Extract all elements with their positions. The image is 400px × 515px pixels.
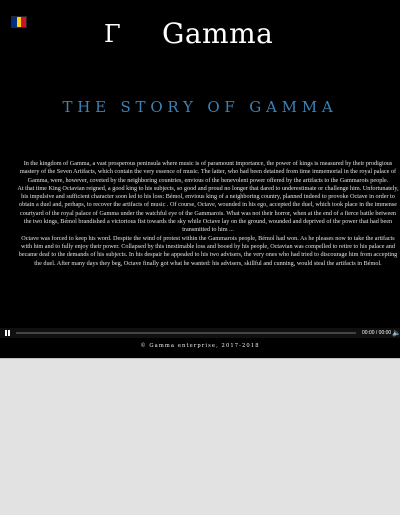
logo-symbol: Γ bbox=[104, 20, 121, 48]
story-title: THE STORY OF GAMMA bbox=[62, 98, 338, 116]
logo-text: Gamma bbox=[162, 17, 274, 50]
copyright-text: © Gamma enterprise, 2017-2018 bbox=[140, 343, 260, 349]
story-paragraph-2: At that time King Octavian reigned, a go… bbox=[17, 184, 399, 234]
story-paragraph-1: In the kingdom of Gamma, a vast prospero… bbox=[19, 160, 397, 184]
story-paragraph-3: Octave was forced to keep his word. Desp… bbox=[18, 234, 398, 267]
audio-player: 00:00 / 00:00 🔈 bbox=[0, 328, 400, 338]
flag-stripe-red bbox=[21, 17, 27, 27]
pause-icon-bar-right bbox=[8, 330, 10, 336]
pause-button[interactable] bbox=[3, 329, 12, 337]
divider bbox=[0, 358, 400, 359]
language-flag-icon[interactable] bbox=[12, 17, 27, 27]
pause-icon-bar-left bbox=[5, 330, 7, 336]
time-display: 00:00 / 00:00 bbox=[362, 330, 392, 336]
volume-icon[interactable]: 🔈 bbox=[392, 329, 400, 337]
main-stage: Γ Gamma THE STORY OF GAMMA In the kingdo… bbox=[0, 0, 400, 358]
seek-bar[interactable] bbox=[16, 332, 356, 334]
story-text: In the kingdom of Gamma, a vast prospero… bbox=[16, 160, 400, 268]
site-logo[interactable]: Γ Gamma bbox=[104, 18, 273, 50]
